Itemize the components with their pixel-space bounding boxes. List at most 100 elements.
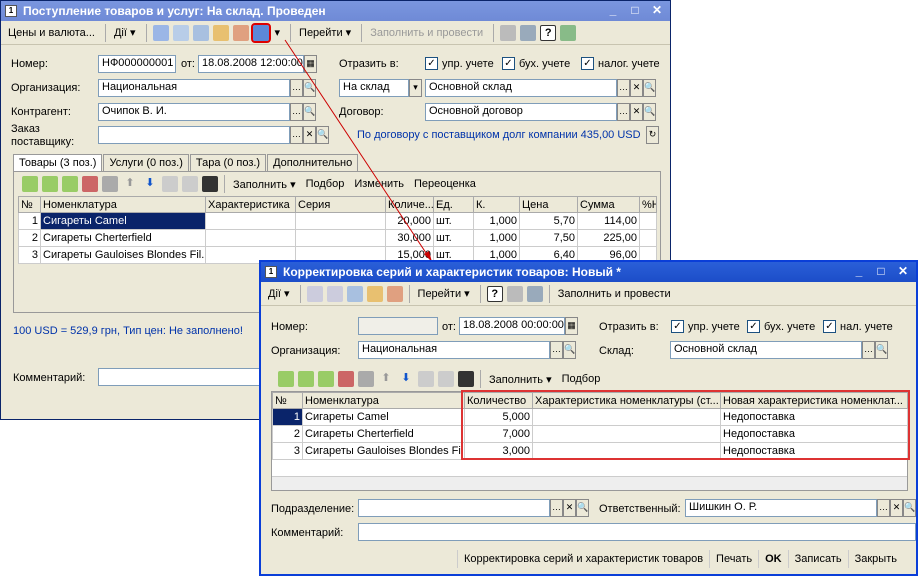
number-field[interactable] [358, 317, 438, 335]
column-header[interactable]: Ед. [433, 196, 474, 213]
minimize-button[interactable]: _ [850, 264, 868, 280]
maximize-button[interactable]: □ [626, 3, 644, 19]
up-arrow-icon[interactable]: ⬆ [122, 176, 138, 192]
select-button[interactable]: … [290, 79, 303, 97]
report-button[interactable]: Корректировка серий и характеристик това… [457, 550, 709, 568]
copy-icon[interactable] [192, 24, 209, 41]
org-field[interactable]: Национальная [98, 79, 290, 97]
select-button[interactable]: … [617, 103, 630, 121]
close-button[interactable]: ✕ [648, 3, 666, 19]
copy-icon[interactable] [346, 285, 363, 302]
search-icon[interactable]: 🔍 [643, 79, 656, 97]
column-header[interactable]: %Н [639, 196, 657, 213]
search-icon[interactable]: 🔍 [643, 103, 656, 121]
refresh-icon[interactable] [326, 285, 343, 302]
fill-menu[interactable]: Заполнить ▾ [485, 371, 556, 388]
dropdown-button[interactable]: ▾ [409, 79, 422, 97]
info-icon[interactable]: ↻ [646, 126, 659, 144]
comment-field[interactable] [358, 523, 916, 541]
column-header[interactable]: Цена [519, 196, 578, 213]
dept-field[interactable] [358, 499, 550, 517]
debt-link[interactable]: По договору с поставщиком долг компании … [357, 129, 641, 141]
settings-icon[interactable] [560, 24, 577, 41]
search-icon[interactable]: 🔍 [316, 126, 329, 144]
fill-post-button[interactable]: Заполнить и провести [366, 25, 487, 41]
help-icon[interactable]: ? [486, 285, 503, 302]
receipt-titlebar[interactable]: 1 Поступление товаров и услуг: На склад.… [1, 1, 670, 21]
save-button[interactable]: Записать [787, 550, 848, 568]
column-header[interactable]: К. [473, 196, 520, 213]
search-icon[interactable]: 🔍 [576, 499, 589, 517]
help-icon[interactable]: ? [540, 24, 557, 41]
sort-asc-icon[interactable] [162, 176, 178, 192]
down-arrow-icon[interactable]: ⬇ [398, 371, 414, 387]
post-icon[interactable] [366, 285, 383, 302]
minimize-button[interactable]: _ [604, 3, 622, 19]
select-button[interactable]: … [290, 126, 303, 144]
rate-text[interactable]: 100 USD = 529,9 грн, Тип цен: Не заполне… [13, 325, 243, 337]
ok-button[interactable]: OK [758, 550, 788, 568]
back-icon[interactable] [306, 285, 323, 302]
post-icon[interactable] [212, 24, 229, 41]
list-icon[interactable] [520, 24, 537, 41]
end-edit-icon[interactable] [358, 371, 374, 387]
correction-titlebar[interactable]: 1 Корректировка серий и характеристик то… [261, 262, 916, 282]
close-button[interactable]: ✕ [894, 264, 912, 280]
actions-menu[interactable]: Дії ▾ [110, 24, 140, 41]
actions-menu[interactable]: Дії ▾ [264, 285, 294, 302]
number-field[interactable]: НФ000000001 [98, 55, 176, 73]
search-icon[interactable]: 🔍 [875, 341, 888, 359]
clear-icon[interactable]: ✕ [630, 103, 643, 121]
date-field[interactable]: 18.08.2008 00:00:00 [459, 317, 565, 335]
fill-menu[interactable]: Заполнить ▾ [229, 176, 300, 193]
goto-menu[interactable]: Перейти ▾ [295, 24, 355, 41]
end-edit-icon[interactable] [102, 176, 118, 192]
add-row-icon[interactable] [22, 176, 38, 192]
mgmt-checkbox[interactable]: ✓ упр. учете [425, 57, 494, 70]
tab-services[interactable]: Услуги (0 поз.) [103, 154, 189, 171]
column-header[interactable]: Номенклатура [40, 196, 206, 213]
add-row-icon[interactable] [278, 371, 294, 387]
print-button[interactable]: Печать [709, 550, 758, 568]
unpost-icon[interactable] [386, 285, 403, 302]
warehouse-field[interactable]: Основной склад [425, 79, 617, 97]
clear-icon[interactable]: ✕ [303, 126, 316, 144]
horizontal-scrollbar[interactable] [272, 476, 907, 490]
calendar-icon[interactable]: ▦ [565, 317, 578, 335]
create-based-dropdown[interactable]: ▾ [271, 24, 285, 41]
tab-additional[interactable]: Дополнительно [267, 154, 359, 171]
select-button[interactable]: … [862, 341, 875, 359]
pick-button[interactable]: Подбор [302, 176, 349, 192]
back-icon[interactable] [152, 24, 169, 41]
change-button[interactable]: Изменить [350, 176, 408, 192]
column-header[interactable]: Номенклатура [302, 392, 465, 409]
sort-desc-icon[interactable] [438, 371, 454, 387]
search-icon[interactable]: 🔍 [303, 79, 316, 97]
search-icon[interactable]: 🔍 [903, 499, 916, 517]
delete-row-icon[interactable] [82, 176, 98, 192]
close-form-button[interactable]: Закрыть [847, 550, 903, 568]
select-button[interactable]: … [290, 103, 303, 121]
fill-post-button[interactable]: Заполнить и провести [554, 286, 675, 302]
column-header[interactable]: Количе... [385, 196, 434, 213]
tax-checkbox[interactable]: ✓ налог. учете [581, 57, 660, 70]
search-icon[interactable]: 🔍 [563, 341, 576, 359]
contractor-field[interactable]: Очипок В. И. [98, 103, 290, 121]
list-icon[interactable] [526, 285, 543, 302]
column-header[interactable]: Характеристика [205, 196, 296, 213]
copy-row-icon[interactable] [42, 176, 58, 192]
sort-asc-icon[interactable] [418, 371, 434, 387]
prices-button[interactable]: Цены и валюта... [4, 25, 99, 41]
acc-checkbox[interactable]: ✓ бух. учете [502, 57, 570, 70]
copy-row-icon[interactable] [298, 371, 314, 387]
clear-icon[interactable]: ✕ [563, 499, 576, 517]
column-header[interactable]: Сумма [577, 196, 640, 213]
barcode-icon[interactable] [202, 176, 218, 192]
wh-type-field[interactable]: На склад [339, 79, 409, 97]
org-field[interactable]: Национальная [358, 341, 550, 359]
goto-menu[interactable]: Перейти ▾ [414, 285, 474, 302]
order-field[interactable] [98, 126, 290, 144]
structure-icon[interactable] [500, 24, 517, 41]
responsible-field[interactable]: Шишкин О. Р. [685, 499, 877, 517]
delete-row-icon[interactable] [338, 371, 354, 387]
